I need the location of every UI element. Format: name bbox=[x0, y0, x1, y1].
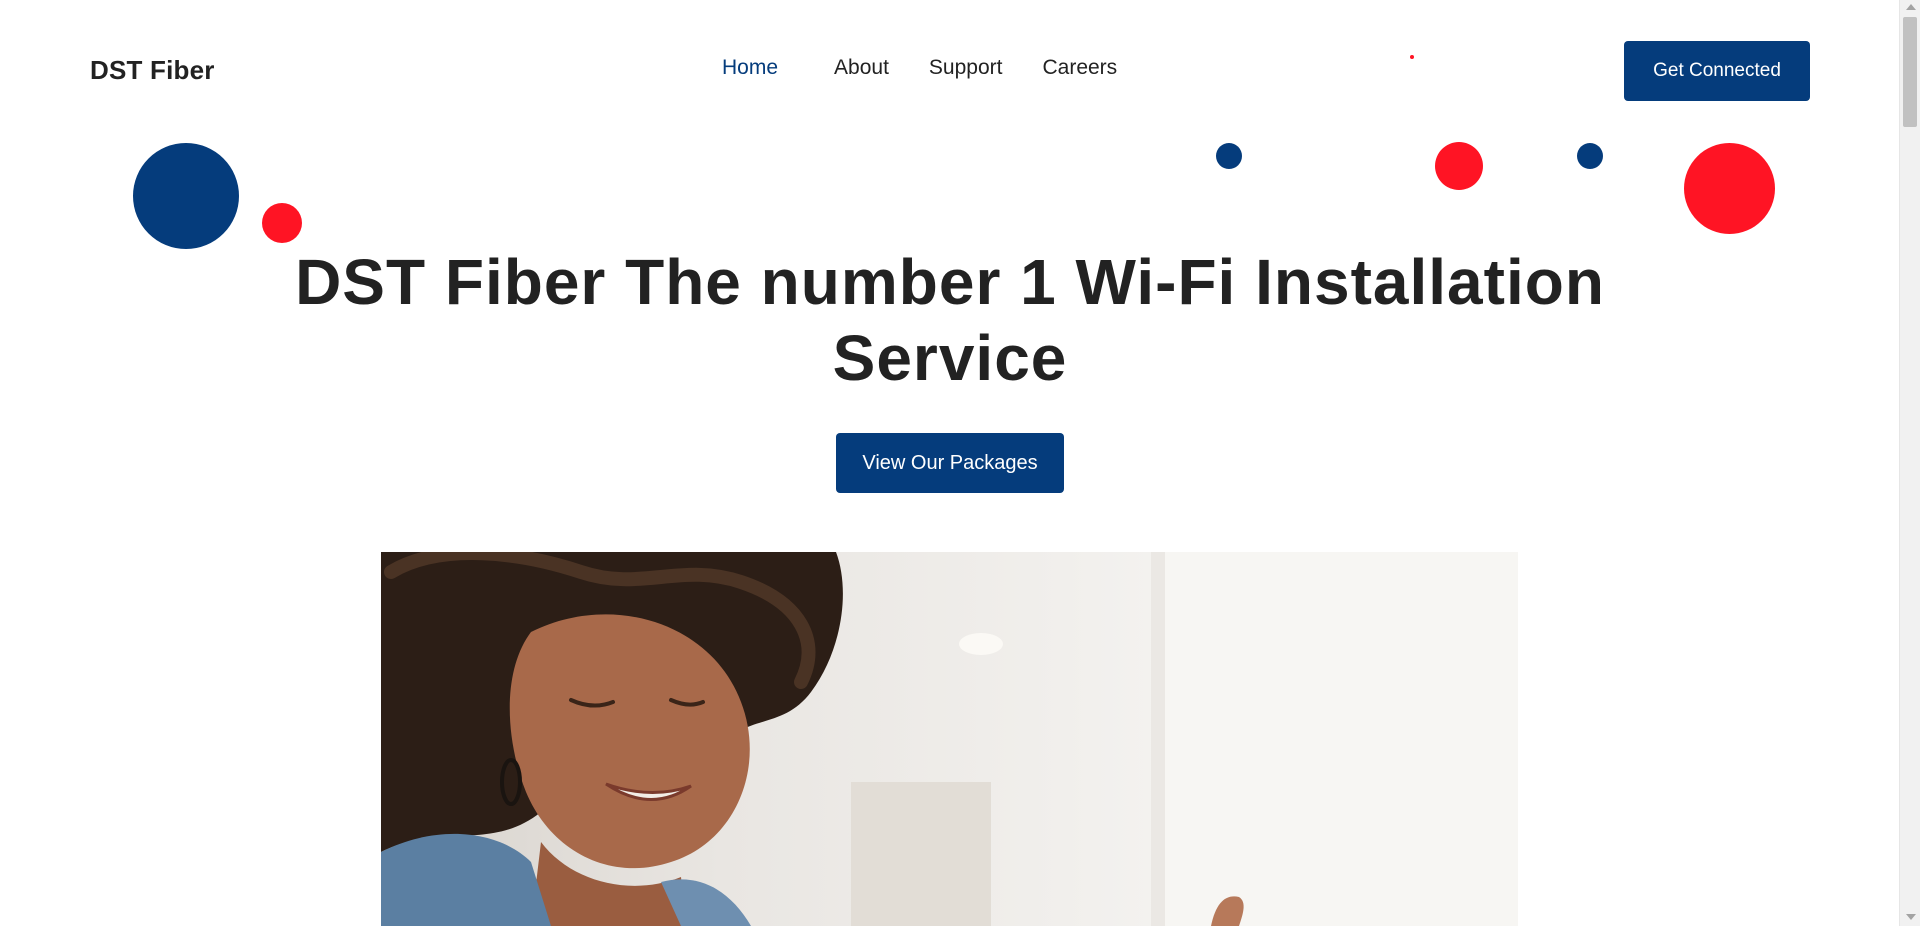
nav-about[interactable]: About bbox=[834, 56, 889, 80]
hero-title: DST Fiber The number 1 Wi-Fi Installatio… bbox=[250, 244, 1650, 396]
door-frame bbox=[1151, 552, 1165, 926]
scrollbar-thumb[interactable] bbox=[1903, 17, 1917, 127]
ceiling-light bbox=[959, 633, 1003, 655]
vertical-scrollbar[interactable] bbox=[1899, 0, 1920, 926]
hero-title-line-2: Service bbox=[832, 322, 1068, 394]
view-packages-button[interactable]: View Our Packages bbox=[836, 433, 1064, 493]
main-nav: Home About Support Careers bbox=[722, 56, 1117, 80]
denim-jacket bbox=[381, 833, 551, 926]
nav-careers[interactable]: Careers bbox=[1042, 56, 1117, 80]
decorative-red-circle bbox=[1684, 143, 1775, 234]
brand-logo[interactable]: DST Fiber bbox=[90, 55, 215, 86]
scroll-up-arrow-icon[interactable] bbox=[1906, 4, 1916, 10]
page: DST Fiber Home About Support Careers Get… bbox=[0, 0, 1899, 926]
hero-title-line-1: DST Fiber The number 1 Wi-Fi Installatio… bbox=[295, 246, 1605, 318]
get-connected-button[interactable]: Get Connected bbox=[1624, 41, 1810, 101]
decorative-red-dot bbox=[1410, 55, 1414, 59]
decorative-blue-circle bbox=[1216, 143, 1242, 169]
scroll-down-arrow-icon[interactable] bbox=[1906, 914, 1916, 920]
nav-home[interactable]: Home bbox=[722, 56, 778, 80]
decorative-blue-circle bbox=[133, 143, 239, 249]
wall bbox=[1163, 552, 1518, 926]
decorative-red-circle bbox=[262, 203, 302, 243]
hallway bbox=[851, 782, 991, 926]
decorative-blue-circle bbox=[1577, 143, 1603, 169]
nav-support[interactable]: Support bbox=[929, 56, 1003, 80]
decorative-red-circle bbox=[1435, 142, 1483, 190]
hero-photo bbox=[381, 552, 1518, 926]
woman-smiling-photo bbox=[381, 552, 1518, 926]
